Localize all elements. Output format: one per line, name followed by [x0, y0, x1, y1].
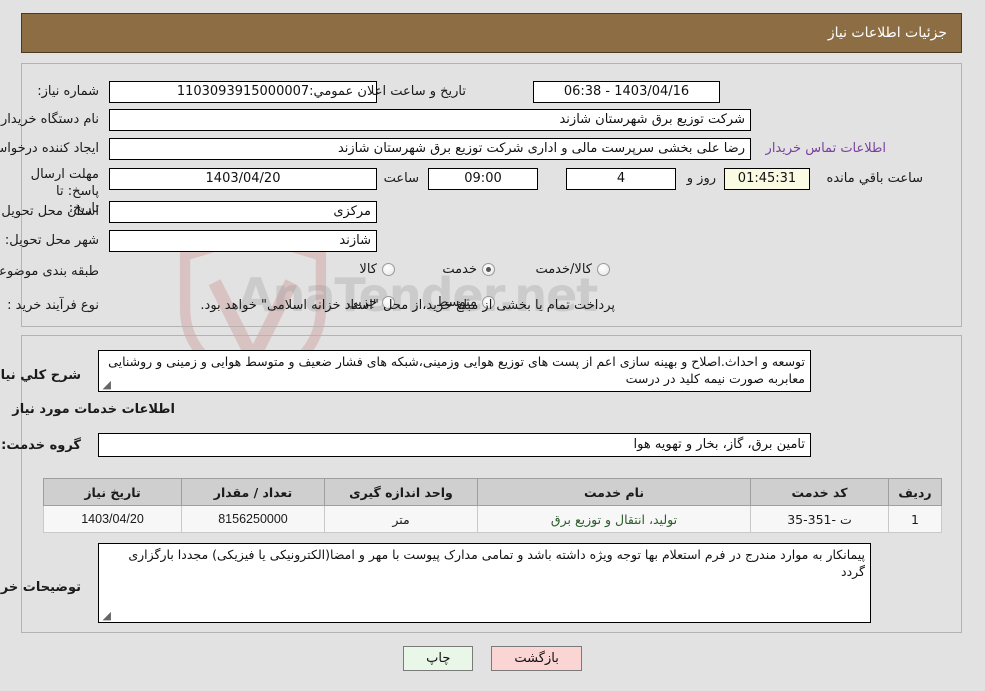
announce-value: 1403/04/16 - 06:38: [533, 81, 720, 103]
city-label: شهر محل تحویل:: [4, 233, 99, 248]
radio-dot-khedmat[interactable]: [482, 263, 495, 276]
radio-category-kala-khedmat[interactable]: کالا/خدمت: [535, 262, 610, 277]
timer-suffix-label: ساعت باقي مانده: [826, 171, 923, 186]
table-header-row: ردیف کد خدمت نام خدمت واحد اندازه گیری ت…: [43, 478, 942, 506]
payment-note: پرداخت تمام یا بخشی از مبلغ خرید،از محل …: [200, 298, 615, 313]
cell-name: تولید، انتقال و توزیع برق: [477, 505, 751, 533]
buyer-notes-textarea[interactable]: پیمانکار به موارد مندرج در فرم استعلام ب…: [98, 543, 871, 623]
countdown-timer-value: 01:45:31: [724, 168, 810, 190]
page-title: جزئیات اطلاعات نیاز: [827, 25, 947, 41]
province-label: استان محل تحویل:: [0, 204, 99, 219]
service-group-value: تامین برق، گاز، بخار و تهویه هوا: [98, 433, 811, 457]
back-button[interactable]: بازگشت: [491, 646, 582, 671]
radio-label-kala-khedmat: کالا/خدمت: [535, 262, 592, 277]
page-header: جزئیات اطلاعات نیاز: [21, 13, 962, 53]
th-date: تاریخ نیاز: [43, 478, 182, 506]
radio-dot-kala[interactable]: [382, 263, 395, 276]
days-suffix-label: روز و: [686, 171, 716, 186]
creator-label: ایجاد کننده درخواست:: [0, 141, 99, 156]
process-label: نوع فرآیند خرید :: [7, 298, 99, 313]
cell-date: 1403/04/20: [43, 505, 182, 533]
cell-quantity: 8156250000: [181, 505, 325, 533]
footer-actions: بازگشت چاپ: [0, 646, 985, 671]
cell-index: 1: [888, 505, 942, 533]
resize-grip-icon-notes[interactable]: ◢: [101, 610, 111, 621]
print-button[interactable]: چاپ: [403, 646, 474, 671]
table-row: 1 ت -351-35 تولید، انتقال و توزیع برق مت…: [43, 505, 942, 533]
deadline-date-value: 1403/04/20: [109, 168, 377, 190]
services-table: ردیف کد خدمت نام خدمت واحد اندازه گیری ت…: [43, 478, 942, 533]
buyer-contact-link[interactable]: اطلاعات تماس خریدار: [766, 141, 886, 156]
cell-unit: متر: [324, 505, 478, 533]
radio-category-kala[interactable]: کالا: [359, 262, 395, 277]
resize-grip-icon[interactable]: ◢: [101, 379, 111, 390]
deadline-hour-value: 09:00: [428, 168, 538, 190]
services-heading: اطلاعات خدمات مورد نیاز: [12, 402, 175, 417]
buyer-org-label: نام دستگاه خریدار:: [0, 112, 99, 127]
radio-dot-kala-khedmat[interactable]: [597, 263, 610, 276]
buyer-notes-label: توضیحات خریدار:: [0, 580, 81, 595]
th-quantity: تعداد / مقدار: [181, 478, 325, 506]
buyer-notes-value: پیمانکار به موارد مندرج در فرم استعلام ب…: [128, 547, 865, 579]
general-description-label: شرح کلي نیاز:: [0, 368, 81, 383]
buyer-org-value: شرکت توزیع برق شهرستان شازند: [109, 109, 751, 131]
radio-label-kala: کالا: [359, 262, 377, 277]
city-value: شازند: [109, 230, 377, 252]
th-unit: واحد اندازه گیری: [324, 478, 478, 506]
th-code: کد خدمت: [750, 478, 889, 506]
radio-label-khedmat: خدمت: [442, 262, 477, 277]
category-label: طبقه بندی موضوعی:: [0, 264, 99, 279]
th-index: ردیف: [888, 478, 942, 506]
cell-code: ت -351-35: [750, 505, 889, 533]
th-name: نام خدمت: [477, 478, 751, 506]
days-remaining-value: 4: [566, 168, 676, 190]
service-group-label: گروه خدمت:: [1, 438, 81, 453]
page-root: AnaTender.net جزئیات اطلاعات نیاز شماره …: [0, 0, 985, 691]
announce-label: تاریخ و ساعت اعلان عمومي:: [309, 84, 466, 99]
province-value: مرکزی: [109, 201, 377, 223]
creator-value: رضا علی بخشی سرپرست مالی و اداری شرکت تو…: [109, 138, 751, 160]
general-description-textarea[interactable]: توسعه و احداث.اصلاح و بهینه سازی اعم از …: [98, 350, 811, 392]
hour-label: ساعت: [383, 171, 419, 186]
general-description-value: توسعه و احداث.اصلاح و بهینه سازی اعم از …: [108, 354, 805, 386]
radio-category-khedmat[interactable]: خدمت: [442, 262, 495, 277]
need-number-label: شماره نیاز:: [37, 84, 99, 99]
